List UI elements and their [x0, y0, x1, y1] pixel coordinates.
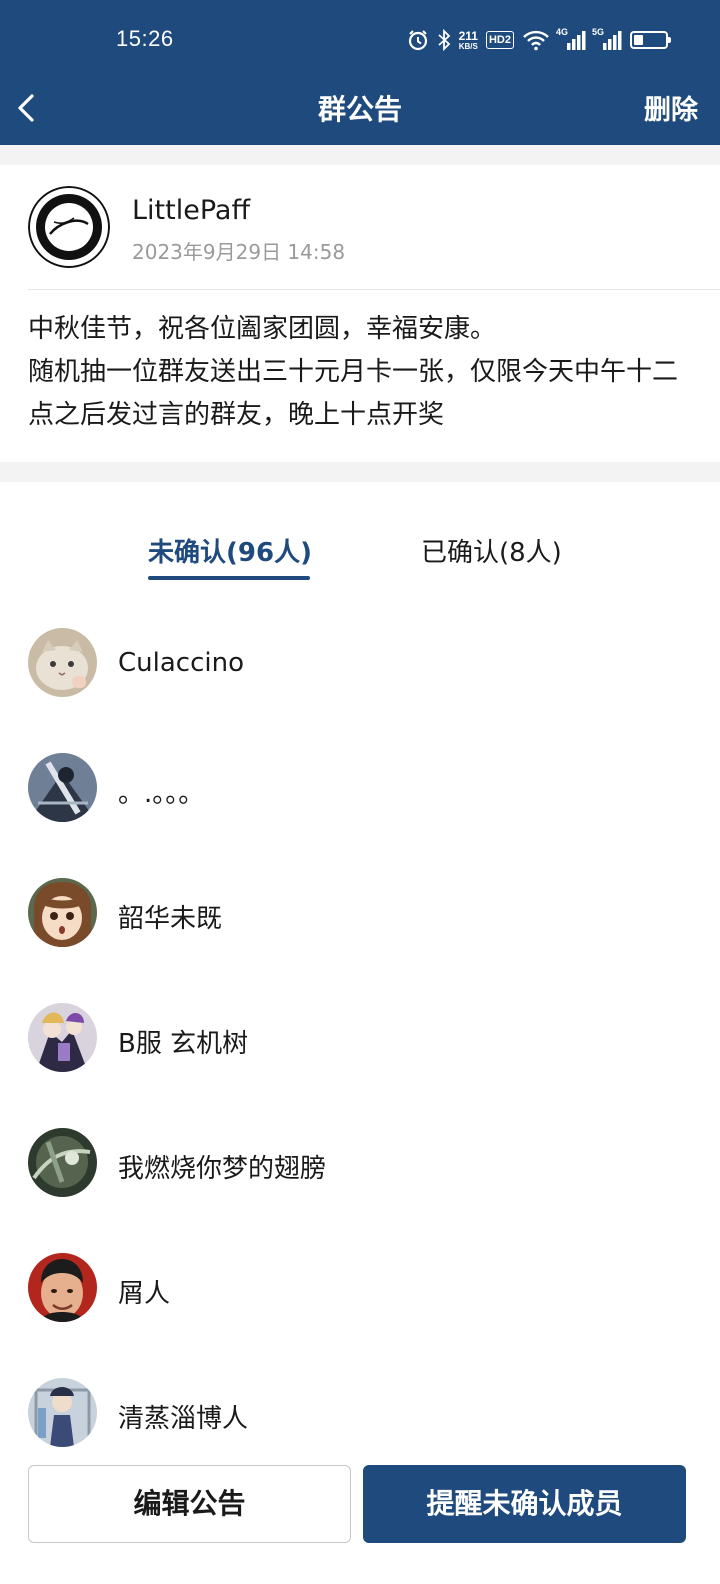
wifi-icon: [522, 29, 550, 51]
member-row[interactable]: 韶华未既: [0, 878, 720, 988]
tab-unconfirmed[interactable]: 未确认(96人): [148, 532, 312, 569]
member-row[interactable]: Culaccino: [0, 628, 720, 738]
page-title: 群公告: [317, 93, 402, 126]
edit-notice-button[interactable]: 编辑公告: [28, 1465, 351, 1543]
author-avatar[interactable]: [28, 186, 110, 268]
signal-5g-icon: 5G: [592, 27, 622, 51]
member-name: 清蒸淄博人: [118, 1404, 249, 1434]
active-tab-indicator: [148, 576, 310, 580]
member-row[interactable]: 我燃烧你梦的翅膀: [0, 1128, 720, 1238]
members-panel: 未确认(96人) 已确认(8人) Culaccino 。.。。。 韶华未既 B服…: [0, 482, 720, 1584]
member-row[interactable]: 。.。。。: [0, 753, 720, 863]
member-avatar: [28, 628, 97, 697]
nav-bar: 群公告 删除: [0, 80, 720, 145]
member-row[interactable]: B服 玄机树: [0, 1003, 720, 1113]
battery-fill: [634, 35, 643, 45]
author-name: LittlePaff: [132, 195, 251, 226]
alarm-icon: [407, 29, 429, 51]
network-speed-indicator: 211 KB/S: [459, 30, 478, 51]
member-name: 我燃烧你梦的翅膀: [118, 1154, 327, 1184]
member-avatar: [28, 753, 97, 822]
member-avatar: [28, 1253, 97, 1322]
member-name: B服 玄机树: [118, 1029, 249, 1059]
notice-body: 中秋佳节，祝各位阖家团圆，幸福安康。 随机抽一位群友送出三十元月卡一张，仅限今天…: [28, 314, 679, 430]
member-row[interactable]: 屑人: [0, 1253, 720, 1363]
bluetooth-icon: [437, 29, 451, 51]
member-name: 。.。。。: [118, 779, 205, 809]
signal-4g-icon: 4G: [556, 27, 586, 51]
signal-5g-label: 5G: [592, 27, 605, 37]
status-time: 15:26: [116, 26, 174, 51]
network-speed-unit: KB/S: [458, 41, 478, 51]
delete-button[interactable]: 删除: [644, 88, 698, 127]
tab-confirmed[interactable]: 已确认(8人): [421, 532, 562, 569]
battery-icon: [630, 31, 671, 49]
signal-4g-label: 4G: [556, 27, 569, 37]
divider: [28, 289, 720, 290]
remind-unconfirmed-button[interactable]: 提醒未确认成员: [363, 1465, 686, 1543]
status-bar: 15:26 211 KB/S HD2 4G 5G: [0, 0, 720, 80]
post-timestamp: 2023年9月29日 14:58: [132, 240, 346, 264]
bottom-action-bar: 编辑公告 提醒未确认成员: [0, 1450, 720, 1584]
status-icons: 211 KB/S HD2 4G 5G: [407, 26, 671, 54]
member-avatar: [28, 1003, 97, 1072]
notice-card: LittlePaff 2023年9月29日 14:58 中秋佳节，祝各位阖家团圆…: [0, 165, 720, 462]
member-avatar: [28, 1378, 97, 1447]
member-name: 韶华未既: [118, 904, 223, 934]
member-name: Culaccino: [118, 648, 244, 678]
member-avatar: [28, 1128, 97, 1197]
app-header: 15:26 211 KB/S HD2 4G 5G 群公告 删除: [0, 0, 720, 145]
member-avatar: [28, 878, 97, 947]
hd-voice-badge: HD2: [485, 31, 514, 49]
member-name: 屑人: [118, 1279, 171, 1309]
network-speed-value: 211: [458, 28, 478, 43]
